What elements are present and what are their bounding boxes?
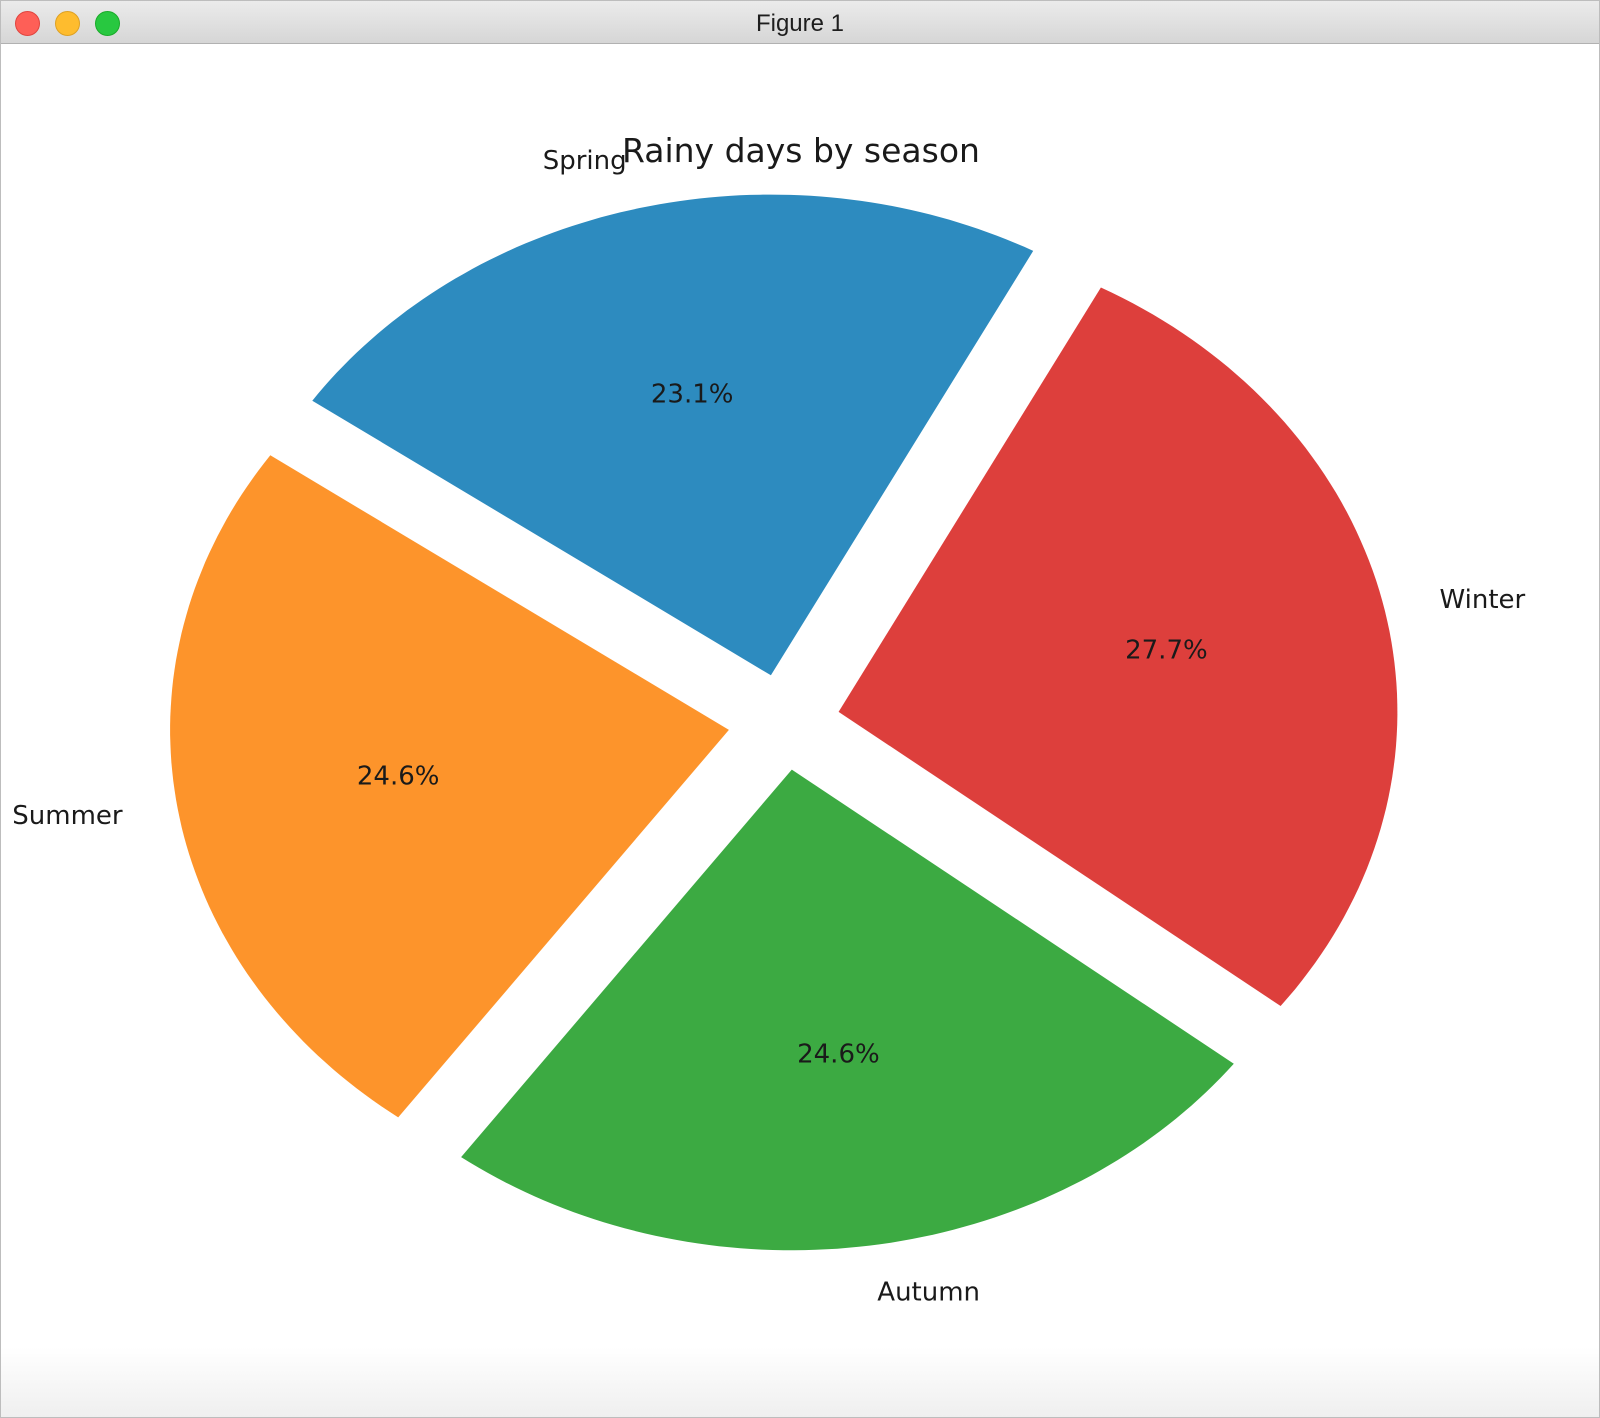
slice-label-spring: Spring: [543, 146, 627, 176]
title-bar[interactable]: Figure 1: [1, 1, 1599, 44]
slice-label-winter: Winter: [1440, 585, 1526, 615]
slice-label-autumn: Autumn: [877, 1278, 980, 1308]
chart-title: Rainy days by season: [622, 131, 980, 170]
window-bottom-shade: [1, 1347, 1599, 1417]
slice-label-summer: Summer: [12, 801, 123, 831]
pct-label-winter: 27.7%: [1125, 636, 1208, 666]
pie-chart: Rainy days by season 23.1% Spring 24.6% Sum…: [12, 131, 1526, 1308]
pct-label-spring: 23.1%: [651, 379, 734, 409]
figure-window: Figure 1 Rainy days by season 23.1% Sprin…: [0, 0, 1600, 1418]
pct-label-summer: 24.6%: [357, 762, 440, 792]
window-title: Figure 1: [755, 10, 845, 37]
pct-label-autumn: 24.6%: [797, 1040, 880, 1070]
